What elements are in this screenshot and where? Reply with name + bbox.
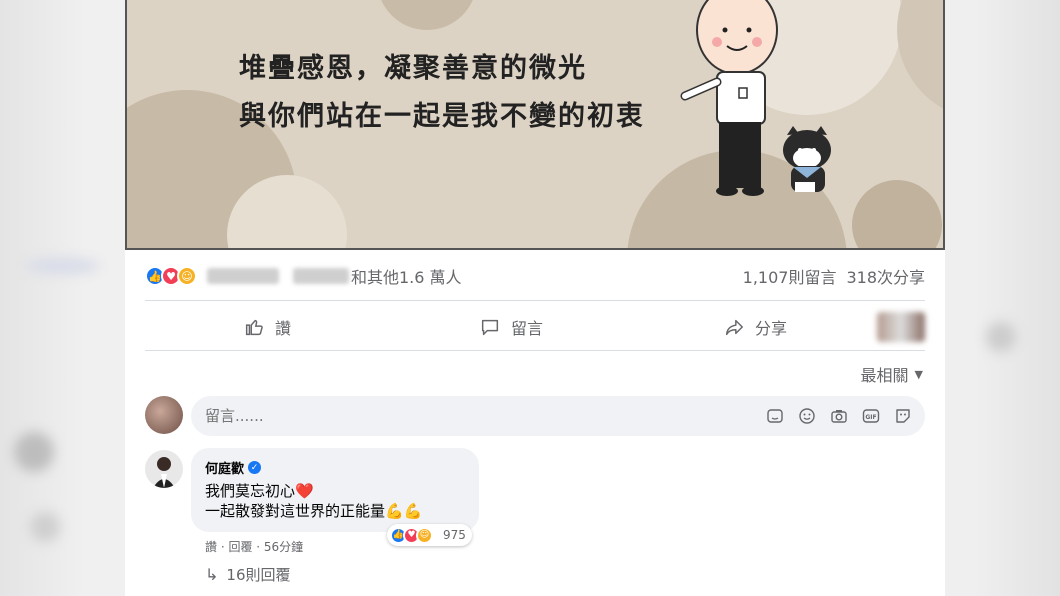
comment-reaction-count: 975 xyxy=(443,528,466,542)
svg-text:GIF: GIF xyxy=(865,414,876,421)
current-user-avatar[interactable] xyxy=(145,396,183,434)
verified-badge-icon: ✓ xyxy=(248,461,262,474)
comment-sort-dropdown[interactable]: 最相關 ▼ xyxy=(861,362,923,386)
comment-button[interactable]: 留言 xyxy=(389,315,633,339)
comment-input-tools: GIF xyxy=(765,406,913,426)
divider xyxy=(145,350,925,351)
shares-count[interactable]: 318次分享 xyxy=(846,264,925,288)
post-actions: 讚 留言 分享 xyxy=(145,305,925,349)
sticker-icon[interactable] xyxy=(893,406,913,426)
blurred-name xyxy=(293,268,349,284)
avatar-sticker-icon[interactable] xyxy=(765,406,785,426)
background-blur xyxy=(986,322,1016,352)
like-button[interactable]: 讚 xyxy=(145,315,389,339)
comment-icon xyxy=(481,319,499,336)
comment-text-line2: 一起散發對這世界的正能量💪💪 xyxy=(205,502,423,520)
share-label: 分享 xyxy=(754,319,787,338)
background-blur xyxy=(25,258,100,274)
post-image[interactable]: 堆疊感恩，凝聚善意的微光 與你們站在一起是我不變的初衷 xyxy=(125,0,945,250)
reactions-summary: 👍 ♥ ☺ 和其他1.6 萬人 1,107則留言 318次分享 xyxy=(145,262,925,290)
image-caption-line1: 堆疊感恩，凝聚善意的微光 xyxy=(239,53,587,84)
comment-meta[interactable]: 讚 · 回覆 · 56分鐘 xyxy=(205,538,303,555)
care-reaction-icon: ☺ xyxy=(177,266,197,286)
image-caption-line2: 與你們站在一起是我不變的初衷 xyxy=(239,101,645,132)
blurred-avatar xyxy=(877,312,925,342)
caret-down-icon: ▼ xyxy=(914,367,923,381)
comments-count[interactable]: 1,107則留言 xyxy=(743,264,837,288)
blurred-name xyxy=(207,268,279,284)
comment-text-line1: 我們莫忘初心❤️ xyxy=(205,482,314,500)
gif-icon[interactable]: GIF xyxy=(861,406,881,426)
reactions-count[interactable]: 和其他1.6 萬人 xyxy=(351,264,462,288)
reply-arrow-icon: ↳ xyxy=(205,565,219,584)
thumbs-up-icon xyxy=(245,319,263,336)
comment-author[interactable]: 何庭歡 xyxy=(205,458,244,477)
comment-bubble: 何庭歡 ✓ 我們莫忘初心❤️ 一起散發對這世界的正能量💪💪 xyxy=(191,448,479,532)
emoji-icon[interactable] xyxy=(797,406,817,426)
replies-count: 16則回覆 xyxy=(226,566,291,584)
view-replies-link[interactable]: ↳ 16則回覆 xyxy=(205,564,291,585)
post-card: 堆疊感恩，凝聚善意的微光 與你們站在一起是我不變的初衷 👍 ♥ ☺ 和其他1.6… xyxy=(125,0,945,596)
comment-label: 留言 xyxy=(510,319,543,338)
like-label: 讚 xyxy=(274,319,291,338)
care-reaction-icon: ☺ xyxy=(416,526,433,544)
background-blur xyxy=(30,512,60,542)
divider xyxy=(145,300,925,301)
commenter-avatar[interactable] xyxy=(145,450,183,488)
camera-icon[interactable] xyxy=(829,406,849,426)
background-blur xyxy=(14,432,54,472)
comment-reactions[interactable]: 👍 ♥ ☺ 975 xyxy=(387,524,472,546)
share-icon xyxy=(725,319,743,336)
share-button[interactable]: 分享 xyxy=(633,315,877,339)
reaction-icons[interactable]: 👍 ♥ ☺ 和其他1.6 萬人 xyxy=(145,264,462,288)
sort-label: 最相關 xyxy=(860,366,909,385)
